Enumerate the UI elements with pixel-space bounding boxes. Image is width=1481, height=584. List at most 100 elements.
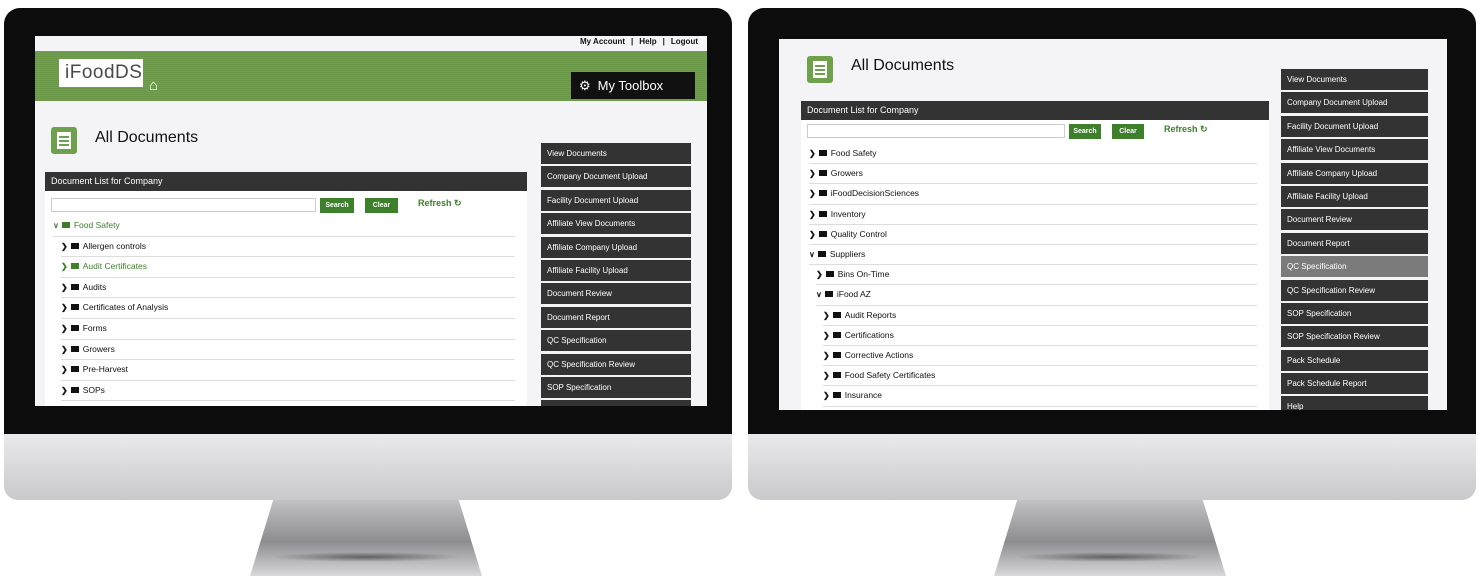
tree-folder-row[interactable]: ❯ Audit Certificates [61,257,515,278]
tree-folder-row[interactable]: ❯ iFoodDecisionSciences [809,184,1257,205]
chevron-right-icon[interactable]: ❯ [61,242,68,251]
search-button[interactable]: Search [1069,124,1101,139]
documents-icon [51,127,77,154]
refresh-button[interactable]: Refresh ↻ [418,198,462,209]
toolbox-menu-item[interactable]: Affiliate Company Upload [1281,162,1428,184]
logout-link[interactable]: Logout [671,37,698,46]
folder-label: Audit Reports [844,309,897,320]
monitor-left: My Account | Help | Logout iFoodDS ⌂ ⚙ My Too… [4,8,732,500]
tree-folder-row[interactable]: ❯ SOPs [61,381,515,402]
chevron-right-icon[interactable]: ❯ [823,351,830,360]
tree-folder-row[interactable]: ❯ Audits [61,278,515,299]
tree-folder-row[interactable]: ❯ Food Safety Certificates [823,366,1257,387]
search-input[interactable] [51,198,316,212]
clear-button[interactable]: Clear [365,198,398,213]
tree-folder-row[interactable]: ❯ Bins On-Time [816,265,1257,286]
chevron-right-icon[interactable]: ❯ [61,365,68,374]
chevron-right-icon[interactable]: ❯ [61,303,68,312]
chevron-down-icon[interactable]: ∨ [816,290,822,299]
toolbox-menu-item[interactable]: Help [1281,396,1428,410]
toolbox-menu-item[interactable]: Affiliate Company Upload [541,236,691,258]
refresh-label: Refresh [418,198,452,208]
toolbox-menu-item[interactable]: QC Specification [1281,256,1428,278]
stand-shadow [271,552,461,562]
toolbox-menu-item[interactable]: Document Report [541,306,691,328]
tree-folder-row[interactable]: ❯ Corrective Actions [823,346,1257,367]
tree-folder-row[interactable]: ❯ Audit Reports [823,306,1257,326]
home-icon[interactable]: ⌂ [149,77,158,94]
toolbox-menu-item[interactable]: View Documents [541,143,691,164]
chevron-right-icon[interactable]: ❯ [61,345,68,354]
tree-folder-row[interactable]: ❯ Quality Control [809,225,1257,245]
toolbox-menu-item[interactable]: Company Document Upload [541,166,691,188]
ifoodds-logo[interactable]: iFoodDS [59,59,143,87]
folder-label: Suppliers [829,249,866,259]
tree-folder-row[interactable]: ❯ Allergen controls [61,237,515,258]
toolbox-menu-item[interactable]: QC Specification Review [541,353,691,375]
help-link[interactable]: Help [639,37,656,46]
toolbox-menu-item[interactable]: SOP Specification Review [1281,326,1428,348]
toolbox-menu-item[interactable]: View Documents [1281,69,1428,90]
toolbox-menu-item[interactable]: Facility Document Upload [1281,115,1428,137]
chevron-right-icon[interactable]: ❯ [61,283,68,292]
chevron-right-icon[interactable]: ❯ [816,270,823,279]
toolbox-menu-item[interactable]: Affiliate View Documents [1281,139,1428,161]
refresh-button[interactable]: Refresh ↻ [1164,124,1208,135]
toolbox-menu-item[interactable]: Company Document Upload [1281,92,1428,114]
toolbox-menu-item[interactable]: Pack Schedule Report [1281,373,1428,395]
tree-folder-row[interactable]: ❯ Certificates of Analysis [61,298,515,319]
folder-icon [70,386,79,393]
chevron-right-icon[interactable]: ❯ [809,189,816,198]
tree-folder-row[interactable]: ❯ Certifications [823,326,1257,346]
chevron-right-icon[interactable]: ❯ [61,262,68,271]
tree-folder-row[interactable]: ❯Letter of Guarantee [823,407,1257,410]
chevron-right-icon[interactable]: ❯ [809,230,816,239]
folder-icon [818,230,827,237]
chevron-right-icon[interactable]: ❯ [823,371,830,380]
toolbox-menu-item[interactable]: Document Report [1281,232,1428,254]
search-input[interactable] [807,124,1065,138]
toolbox-menu-item[interactable]: SOP Specification Review [541,400,691,406]
toolbox-menu-item[interactable]: SOP Specification [1281,302,1428,324]
chevron-right-icon[interactable]: ❯ [809,149,816,158]
toolbox-menu-item[interactable]: QC Specification Review [1281,279,1428,301]
chevron-right-icon[interactable]: ❯ [823,331,830,340]
clear-button[interactable]: Clear [1112,124,1144,139]
page-title: All Documents [851,57,955,74]
search-button[interactable]: Search [320,198,354,213]
chevron-right-icon[interactable]: ❯ [61,386,68,395]
chevron-right-icon[interactable]: ❯ [809,210,816,219]
tree-folder-row[interactable]: ❯ Growers [61,340,515,361]
tree-folder-row[interactable]: ❯ Forms [61,319,515,340]
tree-folder-row[interactable]: ❯ Growers [809,164,1257,185]
tree-folder-row[interactable]: ❯ Inventory [809,205,1257,225]
tree-folder-row[interactable]: ❯ Food Safety [809,144,1257,165]
my-account-link[interactable]: My Account [580,37,625,46]
toolbox-menu-item[interactable]: Document Review [1281,209,1428,231]
tree-folder-row[interactable]: ∨ iFood AZ [816,285,1257,306]
logo-text: iFoodDS [65,62,143,83]
toolbox-menu-item[interactable]: Document Review [541,283,691,305]
chevron-right-icon[interactable]: ❯ [61,324,68,333]
folder-label: Pre-Harvest [82,364,129,375]
toolbox-menu-item[interactable]: Affiliate View Documents [541,213,691,235]
document-list-panel: Document List for Company Search Clear R… [801,101,1269,410]
toolbox-menu-item[interactable]: QC Specification [541,330,691,352]
tree-folder-row[interactable]: ❯ Pre-Harvest [61,360,515,381]
toolbox-menu-item[interactable]: Affiliate Facility Upload [1281,185,1428,207]
toolbox-menu-item[interactable]: SOP Specification [541,376,691,398]
chevron-right-icon[interactable]: ❯ [823,391,830,400]
toolbox-menu: View Documents Company Document Upload Fac… [541,143,691,406]
toolbox-menu-item[interactable]: Facility Document Upload [541,189,691,211]
my-toolbox-button[interactable]: ⚙ My Toolbox [571,72,695,99]
tree-folder-row[interactable]: ∨ Food Safety [53,216,515,237]
chevron-down-icon[interactable]: ∨ [53,221,59,230]
toolbox-menu-item[interactable]: Pack Schedule [1281,349,1428,371]
monitor-chin [4,434,732,500]
tree-folder-row[interactable]: ∨ Suppliers [809,245,1257,266]
chevron-down-icon[interactable]: ∨ [809,250,815,259]
chevron-right-icon[interactable]: ❯ [809,169,816,178]
toolbox-menu-item[interactable]: Affiliate Facility Upload [541,259,691,281]
tree-folder-row[interactable]: ❯ Insurance [823,386,1257,407]
chevron-right-icon[interactable]: ❯ [823,311,830,320]
